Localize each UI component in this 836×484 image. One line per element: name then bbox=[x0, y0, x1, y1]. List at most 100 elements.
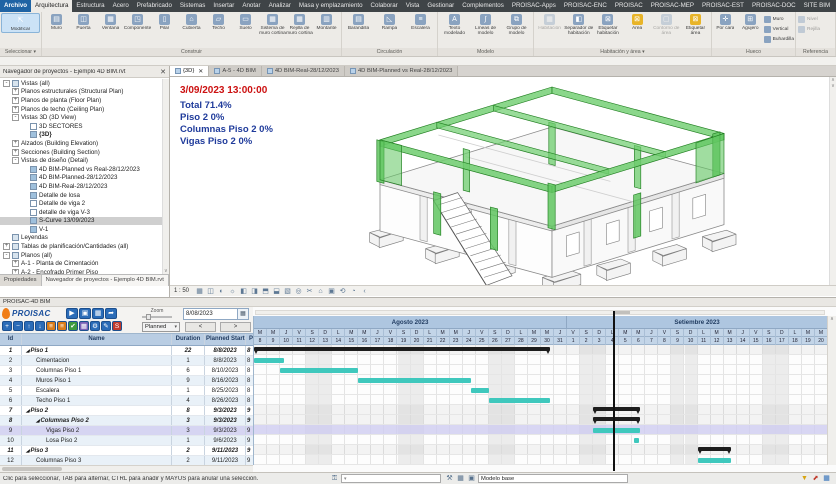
tree-item-4d-bim-planned-vs-real-28-12-2023[interactable]: 4D BIM-Planned vs Real-28/12/2023 bbox=[0, 165, 169, 174]
view-control-icon-7[interactable]: ⬓ bbox=[272, 287, 281, 296]
view-control-icon-10[interactable]: ✂ bbox=[305, 287, 314, 296]
etiquetar-habitaci-n-button[interactable]: ⊠Etiquetar habitación bbox=[593, 13, 622, 37]
tree-item-3d-sectores[interactable]: 3D SECTORES bbox=[0, 122, 169, 131]
cubierta-button[interactable]: ⌂Cubierta bbox=[178, 13, 205, 31]
tree-item-leyendas[interactable]: Leyendas bbox=[0, 234, 169, 243]
task-bar[interactable] bbox=[698, 458, 732, 463]
table-row[interactable]: 1◢Piso 1228/8/20238 bbox=[0, 346, 253, 356]
view-control-icon-1[interactable]: ◫ bbox=[206, 287, 215, 296]
ribbon-tab-analizar[interactable]: Analizar bbox=[265, 0, 295, 12]
view-control-icon-14[interactable]: ◔ bbox=[349, 287, 358, 296]
view-control-icon-6[interactable]: ⬒ bbox=[261, 287, 270, 296]
gantt-edit-button-8[interactable]: ⚙ bbox=[90, 321, 100, 331]
milestone-bar[interactable] bbox=[634, 438, 639, 443]
expand-triangle-icon[interactable]: ◢ bbox=[26, 408, 29, 413]
status-icon-0[interactable]: ▼ bbox=[800, 474, 809, 483]
view-tab-a-5-4d-bim[interactable]: A-5 - 4D BIM bbox=[209, 66, 262, 76]
tree-item-planos-all[interactable]: -Planos (all) bbox=[0, 251, 169, 260]
rea-button[interactable]: ⊠Área bbox=[623, 13, 652, 31]
task-bar[interactable] bbox=[593, 428, 640, 433]
task-bar[interactable] bbox=[471, 388, 489, 393]
tree-item-4d-bim-real-28-12-2023[interactable]: 4D BIM-Real-28/12/2023 bbox=[0, 182, 169, 191]
table-row[interactable]: 8◢Columnas Piso 239/3/20239 bbox=[0, 416, 253, 426]
tree-item-detalle-de-viga-2[interactable]: Detalle de viga 2 bbox=[0, 199, 169, 208]
barandilla-button[interactable]: ▤Barandilla bbox=[343, 13, 374, 31]
building-3d-model[interactable] bbox=[310, 79, 810, 285]
date-value[interactable]: 8/08/2023 bbox=[184, 311, 237, 317]
zoom-thumb[interactable] bbox=[146, 314, 151, 320]
gantt-edit-button-6[interactable]: ✔ bbox=[68, 321, 78, 331]
contorno-de-rea-button[interactable]: ▢Contorno de área bbox=[652, 13, 681, 37]
scrollbar-thumb[interactable] bbox=[2, 467, 62, 471]
collapse-icon[interactable]: - bbox=[12, 157, 19, 164]
ventana-button[interactable]: ▦Ventana bbox=[97, 13, 124, 31]
componente-button[interactable]: ◳Componente bbox=[124, 13, 151, 31]
tree-item-planos-de-planta-floor-plan[interactable]: +Planos de planta (Floor Plan) bbox=[0, 96, 169, 105]
expand-icon[interactable]: + bbox=[3, 243, 10, 250]
ribbon-tab-vista[interactable]: Vista bbox=[402, 0, 424, 12]
table-row[interactable]: 5Escalera18/25/20238 bbox=[0, 386, 253, 396]
tree-item-tablas-de-planificaci-n-cantidades-all[interactable]: +Tablas de planificación/Cantidades (all… bbox=[0, 242, 169, 251]
expand-icon[interactable]: + bbox=[12, 260, 19, 267]
status-icon-2[interactable]: ▦ bbox=[822, 474, 831, 483]
date-field[interactable]: 8/08/2023 ▦ bbox=[183, 308, 249, 320]
gantt-edit-button-7[interactable]: ▦ bbox=[79, 321, 89, 331]
close-icon[interactable]: ✕ bbox=[198, 68, 203, 75]
ribbon-tab-proisac[interactable]: PROISAC bbox=[611, 0, 647, 12]
gantt-vertical-scrollbar[interactable]: ∧ bbox=[827, 316, 836, 465]
editing-request-icon[interactable]: ⚒ bbox=[445, 474, 454, 483]
task-bar[interactable] bbox=[254, 358, 284, 363]
ribbon-tab-archivo[interactable]: Archivo bbox=[0, 0, 31, 12]
gantt-toolbar-button-0[interactable]: ▶ bbox=[66, 308, 78, 319]
collapse-icon[interactable]: - bbox=[12, 114, 19, 121]
table-row[interactable]: 10Losa Piso 219/6/20239 bbox=[0, 436, 253, 446]
ribbon-tab-gestionar[interactable]: Gestionar bbox=[423, 0, 458, 12]
tree-item-a-2-encofrado-primer-piso[interactable]: +A-2 - Encofrado Primer Piso bbox=[0, 268, 169, 274]
gantt-chart[interactable]: Agosto 2023Setiembre 2023 MMJVSDLMMJVSDL… bbox=[253, 316, 827, 465]
view-control-icon-13[interactable]: ⟲ bbox=[338, 287, 347, 296]
view-tab-4d-bim-real-28-12-2023[interactable]: 4D BIM-Real-28/12/2023 bbox=[262, 66, 345, 76]
vertical-button[interactable]: Vertical bbox=[763, 24, 794, 34]
tree-item-alzados-building-elevation[interactable]: +Alzados (Building Elevation) bbox=[0, 139, 169, 148]
table-row[interactable]: 2Cimentacion18/8/20238 bbox=[0, 356, 253, 366]
column-header-p[interactable]: P bbox=[246, 334, 253, 345]
view-tab-3d[interactable]: {3D}✕ bbox=[170, 66, 209, 76]
gantt-edit-button-3[interactable]: ↓ bbox=[35, 321, 45, 331]
panel-tab-propiedades[interactable]: Propiedades bbox=[0, 275, 42, 286]
summary-bar[interactable] bbox=[593, 417, 640, 421]
muro-button[interactable]: ▤Muro bbox=[43, 13, 70, 31]
pilar-button[interactable]: ▯Pilar bbox=[151, 13, 178, 31]
main-model-icon[interactable]: ▣ bbox=[467, 474, 476, 483]
expand-icon[interactable]: + bbox=[12, 269, 19, 274]
view-scale[interactable]: 1 : 50 bbox=[174, 288, 189, 294]
techo-button[interactable]: ▱Techo bbox=[205, 13, 232, 31]
column-header-name[interactable]: Name bbox=[22, 334, 172, 345]
grupo-de-modelo-button[interactable]: ⧉Grupo de modelo bbox=[501, 13, 532, 37]
modificar-button[interactable]: ⇱Modificar bbox=[1, 13, 40, 33]
tree-item-a-1-planta-de-cimentaci-n[interactable]: +A-1 - Planta de Cimentación bbox=[0, 259, 169, 268]
texto-modelado-button[interactable]: ATexto modelado bbox=[439, 13, 470, 37]
summary-bar[interactable] bbox=[254, 347, 550, 351]
ribbon-tab-proisac-mep[interactable]: PROISAC-MEP bbox=[647, 0, 698, 12]
view-control-icon-15[interactable]: ‹ bbox=[360, 287, 369, 296]
gantt-edit-button-0[interactable]: + bbox=[2, 321, 12, 331]
table-row[interactable]: 6Techo Piso 148/26/20238 bbox=[0, 396, 253, 406]
ribbon-tab-site-bim[interactable]: SITE BIM bbox=[800, 0, 834, 12]
nivel-button[interactable]: Nivel bbox=[797, 14, 820, 24]
view-control-icon-4[interactable]: ◧ bbox=[239, 287, 248, 296]
gantt-horizontal-scrollbar[interactable] bbox=[255, 310, 825, 315]
mode-dropdown[interactable]: Planned▾ bbox=[142, 322, 180, 332]
suelo-button[interactable]: ▭Suelo bbox=[232, 13, 259, 31]
scrollbar-thumb[interactable] bbox=[614, 311, 630, 314]
gantt-edit-button-10[interactable]: S bbox=[112, 321, 122, 331]
ribbon-tab-masa-y-emplazamiento[interactable]: Masa y emplazamiento bbox=[295, 0, 367, 12]
close-icon[interactable]: ✕ bbox=[160, 68, 166, 76]
sistema-de-muro-cortina-button[interactable]: ▦Sistema de muro cortina bbox=[259, 13, 286, 37]
column-header-id[interactable]: Id bbox=[0, 334, 22, 345]
canvas-vertical-scrollbar[interactable]: ∧∨ bbox=[829, 77, 836, 285]
ribbon-tab-complementos[interactable]: Complementos bbox=[458, 0, 508, 12]
gantt-bars-area[interactable] bbox=[254, 345, 827, 465]
gantt-edit-button-5[interactable]: ≡ bbox=[57, 321, 67, 331]
tree-item-4d-bim-planned-28-12-2023[interactable]: 4D BIM-Planned-28/12/2023 bbox=[0, 174, 169, 183]
gantt-edit-button-2[interactable]: ↑ bbox=[24, 321, 34, 331]
